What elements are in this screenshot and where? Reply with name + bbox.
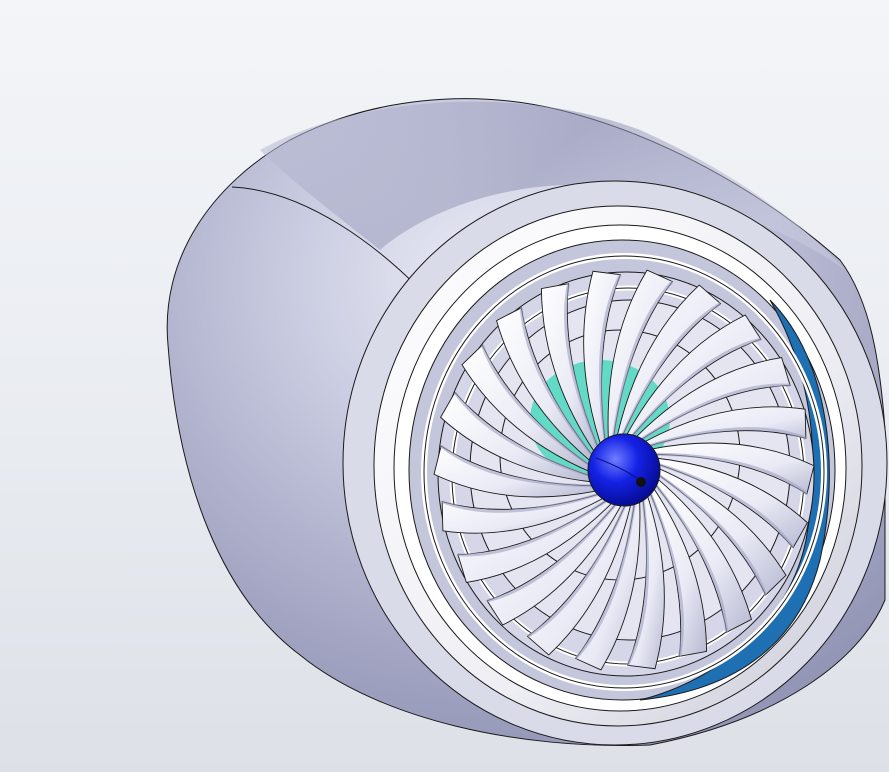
spinner-cone [587,433,661,507]
spinner-tip [636,477,646,487]
cad-viewport[interactable] [0,0,889,772]
engine-model-scene[interactable] [0,0,889,772]
